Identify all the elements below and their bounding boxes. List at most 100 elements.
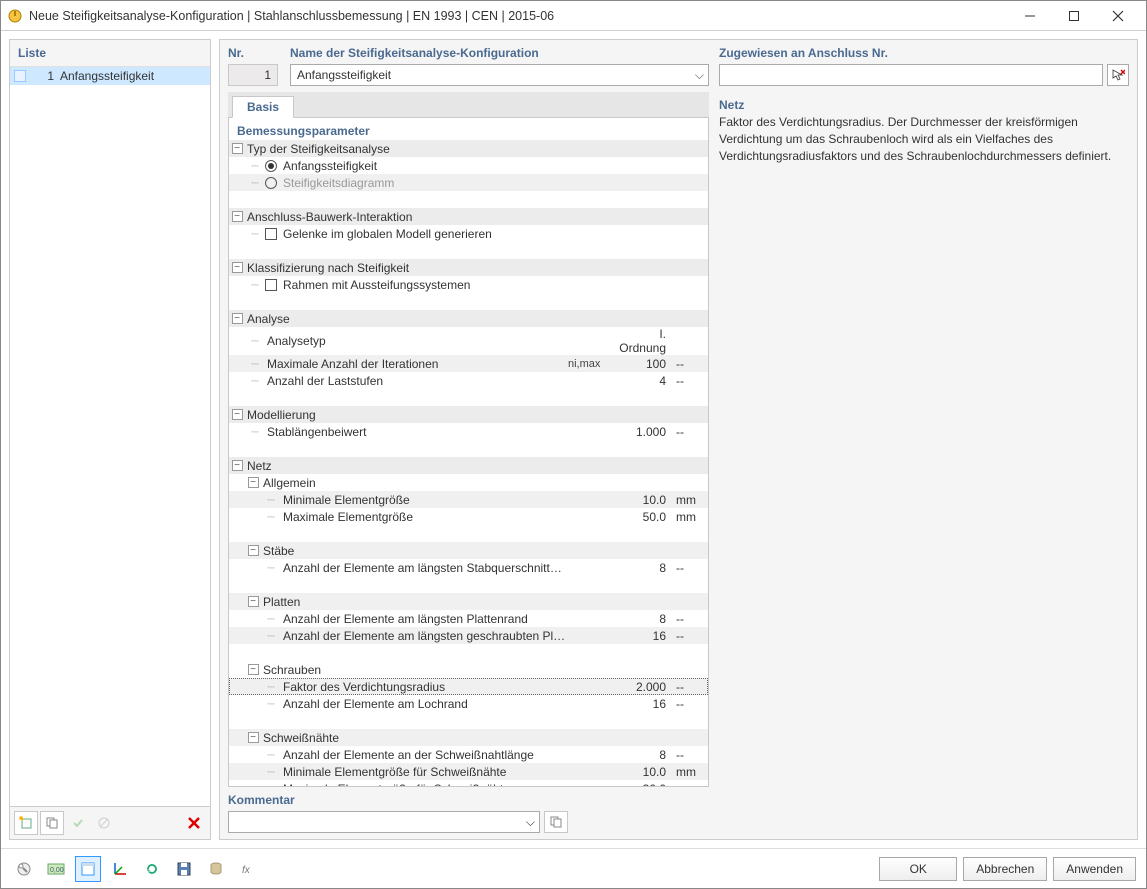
collapse-icon[interactable]: − bbox=[248, 664, 259, 675]
cancel-button[interactable]: Abbrechen bbox=[963, 857, 1047, 881]
axes-icon[interactable] bbox=[107, 856, 133, 882]
section-model: Modellierung bbox=[245, 408, 566, 422]
section-mesh: Netz bbox=[245, 459, 566, 473]
delete-button[interactable] bbox=[182, 811, 206, 835]
val-min-size[interactable]: 10.0 bbox=[612, 493, 672, 507]
footer: 0,00 fx OK Abbrechen Anwenden bbox=[1, 848, 1146, 888]
name-combo[interactable]: Anfangssteifigkeit ⌵ bbox=[290, 64, 709, 86]
val-analysis-type[interactable]: I. Ordnung bbox=[612, 327, 672, 355]
radio-initial[interactable] bbox=[265, 160, 277, 172]
collapse-icon[interactable]: − bbox=[248, 732, 259, 743]
row-loadsteps: Anzahl der Laststufen bbox=[265, 374, 566, 388]
val-loadsteps[interactable]: 4 bbox=[612, 374, 672, 388]
fx-icon[interactable]: fx bbox=[235, 856, 261, 882]
maximize-button[interactable] bbox=[1052, 2, 1096, 30]
save-icon[interactable] bbox=[171, 856, 197, 882]
opt-diagram[interactable]: Steifigkeitsdiagramm bbox=[281, 176, 566, 190]
section-interaction: Anschluss-Bauwerk-Interaktion bbox=[245, 210, 566, 224]
val-weld-elems[interactable]: 8 bbox=[612, 748, 672, 762]
row-min-size: Minimale Elementgröße bbox=[281, 493, 566, 507]
list-item-label: Anfangssteifigkeit bbox=[60, 69, 154, 83]
app-icon bbox=[7, 8, 23, 24]
val-mem-elems[interactable]: 8 bbox=[612, 561, 672, 575]
collapse-icon[interactable]: − bbox=[248, 596, 259, 607]
params-header: Bemessungsparameter bbox=[229, 118, 708, 140]
list-body: 1 Anfangssteifigkeit bbox=[10, 67, 210, 806]
db-icon[interactable] bbox=[203, 856, 229, 882]
val-max-iter[interactable]: 100 bbox=[612, 357, 672, 371]
val-densification[interactable]: 2.000 bbox=[612, 680, 672, 694]
svg-text:0,00: 0,00 bbox=[50, 867, 64, 874]
collapse-icon[interactable]: − bbox=[232, 409, 243, 420]
assign-pick-button[interactable] bbox=[1107, 64, 1129, 86]
row-hole-elems: Anzahl der Elemente am Lochrand bbox=[281, 697, 566, 711]
view-icon[interactable] bbox=[75, 856, 101, 882]
new-button[interactable] bbox=[14, 811, 38, 835]
row-mem-elems: Anzahl der Elemente am längsten Stabquer… bbox=[281, 561, 566, 575]
help-panel: Netz Faktor des Verdichtungsradius. Der … bbox=[719, 92, 1129, 835]
nr-value: 1 bbox=[228, 64, 278, 86]
row-max-iter: Maximale Anzahl der Iterationen bbox=[265, 357, 566, 371]
collapse-icon[interactable]: − bbox=[232, 313, 243, 324]
tab-basis[interactable]: Basis bbox=[232, 96, 294, 118]
collapse-icon[interactable]: − bbox=[248, 477, 259, 488]
collapse-icon[interactable]: − bbox=[232, 460, 243, 471]
sub-welds: Schweißnähte bbox=[261, 731, 566, 745]
nr-label: Nr. bbox=[228, 46, 280, 60]
name-combo-value: Anfangssteifigkeit bbox=[297, 68, 391, 82]
check-hinges[interactable] bbox=[265, 228, 277, 240]
row-max-size: Maximale Elementgröße bbox=[281, 510, 566, 524]
window-buttons bbox=[1008, 2, 1140, 30]
sub-bolts: Schrauben bbox=[261, 663, 566, 677]
copy-button[interactable] bbox=[40, 811, 64, 835]
radio-diagram[interactable] bbox=[265, 177, 277, 189]
val-member-factor[interactable]: 1.000 bbox=[612, 425, 672, 439]
val-plate-elems[interactable]: 8 bbox=[612, 612, 672, 626]
row-weld-min: Minimale Elementgröße für Schweißnähte bbox=[281, 765, 566, 779]
val-max-size[interactable]: 50.0 bbox=[612, 510, 672, 524]
help-title: Netz bbox=[719, 92, 1129, 114]
check-braced[interactable] bbox=[265, 279, 277, 291]
include-button bbox=[66, 811, 90, 835]
comment-combo[interactable]: ⌵ bbox=[228, 811, 540, 833]
units-icon[interactable]: 0,00 bbox=[43, 856, 69, 882]
apply-button[interactable]: Anwenden bbox=[1053, 857, 1136, 881]
section-type: Typ der Steifigkeitsanalyse bbox=[245, 142, 566, 156]
list-panel: Liste 1 Anfangssteifigkeit bbox=[9, 39, 211, 840]
minimize-button[interactable] bbox=[1008, 2, 1052, 30]
top-inputs: Nr. 1 Name der Steifigkeitsanalyse-Konfi… bbox=[220, 40, 1137, 88]
collapse-icon[interactable]: − bbox=[232, 211, 243, 222]
sub-general: Allgemein bbox=[261, 476, 566, 490]
assign-input[interactable] bbox=[719, 64, 1103, 86]
dialog-window: Neue Steifigkeitsanalyse-Konfiguration |… bbox=[0, 0, 1147, 889]
comment-label: Kommentar bbox=[228, 793, 568, 807]
sub-members: Stäbe bbox=[261, 544, 566, 558]
row-weld-elems: Anzahl der Elemente an der Schweißnahtlä… bbox=[281, 748, 566, 762]
list-item[interactable]: 1 Anfangssteifigkeit bbox=[10, 67, 210, 85]
list-toolbar bbox=[10, 806, 210, 839]
row-member-factor: Stablängenbeiwert bbox=[265, 425, 566, 439]
opt-initial[interactable]: Anfangssteifigkeit bbox=[281, 159, 566, 173]
chk-hinges[interactable]: Gelenke im globalen Modell generieren bbox=[281, 227, 566, 241]
comment-copy-button[interactable] bbox=[544, 811, 568, 833]
assign-label: Zugewiesen an Anschluss Nr. bbox=[719, 46, 1129, 60]
section-analysis: Analyse bbox=[245, 312, 566, 326]
help-icon[interactable] bbox=[11, 856, 37, 882]
row-densification: Faktor des Verdichtungsradius bbox=[281, 680, 566, 694]
content: Liste 1 Anfangssteifigkeit bbox=[1, 31, 1146, 848]
sym-max-iter: ni,max bbox=[568, 358, 600, 370]
close-button[interactable] bbox=[1096, 2, 1140, 30]
tab-strip: Basis bbox=[228, 92, 709, 118]
collapse-icon[interactable]: − bbox=[232, 262, 243, 273]
name-label: Name der Steifigkeitsanalyse-Konfigurati… bbox=[290, 46, 709, 60]
help-text: Faktor des Verdichtungsradius. Der Durch… bbox=[719, 114, 1129, 164]
refresh-icon[interactable] bbox=[139, 856, 165, 882]
chevron-down-icon: ⌵ bbox=[695, 68, 704, 83]
chk-braced[interactable]: Rahmen mit Aussteifungssystemen bbox=[281, 278, 566, 292]
ok-button[interactable]: OK bbox=[879, 857, 957, 881]
val-hole-elems[interactable]: 16 bbox=[612, 697, 672, 711]
collapse-icon[interactable]: − bbox=[248, 545, 259, 556]
val-plate-bolt-elems[interactable]: 16 bbox=[612, 629, 672, 643]
val-weld-min[interactable]: 10.0 bbox=[612, 765, 672, 779]
collapse-icon[interactable]: − bbox=[232, 143, 243, 154]
